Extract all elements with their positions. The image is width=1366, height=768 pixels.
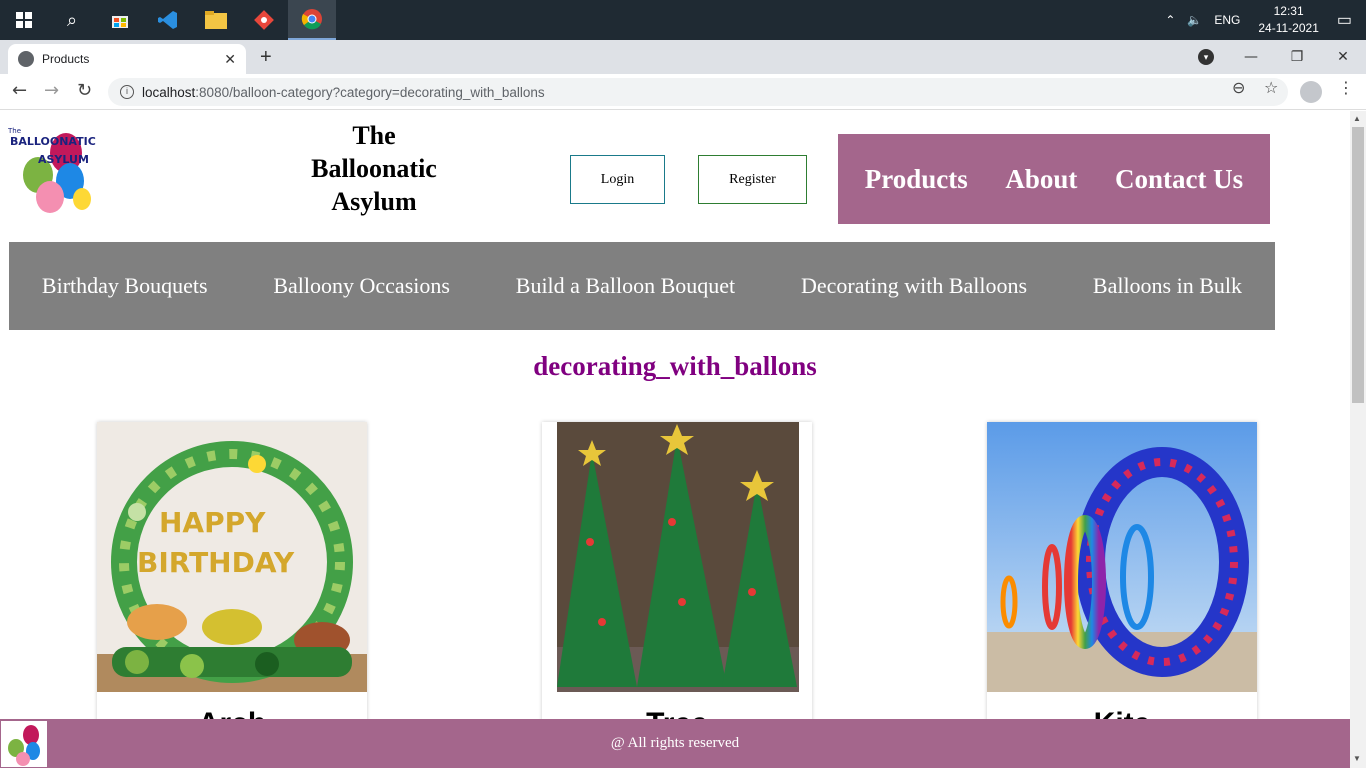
- language-indicator[interactable]: ENG: [1214, 13, 1240, 27]
- main-nav: Products About Contact Us: [838, 134, 1270, 224]
- category-heading: decorating_with_ballons: [533, 351, 817, 381]
- site-footer: @ All rights reserved: [0, 719, 1350, 768]
- windows-start-icon[interactable]: [0, 0, 48, 40]
- product-card[interactable]: Tree: [542, 422, 812, 762]
- tab-search-icon[interactable]: ▾: [1198, 49, 1214, 65]
- minimize-icon[interactable]: —: [1228, 40, 1274, 74]
- category-decorating[interactable]: Decorating with Balloons: [801, 273, 1027, 299]
- scroll-down-icon[interactable]: ▼: [1353, 754, 1361, 763]
- tab-title: Products: [42, 52, 90, 66]
- browser-toolbar: ← → ↻ i localhost:8080/balloon-category?…: [0, 74, 1366, 110]
- forward-icon[interactable]: →: [44, 80, 59, 101]
- reload-icon[interactable]: ↻: [77, 80, 92, 101]
- file-explorer-icon[interactable]: [192, 0, 240, 40]
- browser-tabstrip: Products ✕ + ▾ — ❐ ✕: [0, 40, 1366, 74]
- zoom-icon[interactable]: ⊖: [1232, 78, 1245, 97]
- bookmark-star-icon[interactable]: ☆: [1264, 78, 1278, 97]
- login-button[interactable]: Login: [570, 155, 665, 204]
- notifications-icon[interactable]: ▭: [1337, 10, 1352, 30]
- svg-text:ASYLUM: ASYLUM: [38, 153, 89, 166]
- address-bar[interactable]: i localhost:8080/balloon-category?catego…: [108, 78, 1288, 106]
- scrollbar-thumb[interactable]: [1352, 127, 1364, 403]
- site-title: The Balloonatic Asylum: [311, 121, 437, 216]
- clock[interactable]: 12:31 24-11-2021: [1258, 3, 1319, 37]
- svg-text:BALLOONATIC: BALLOONATIC: [10, 135, 96, 148]
- back-icon[interactable]: ←: [12, 80, 27, 101]
- scroll-up-icon[interactable]: ▲: [1353, 114, 1361, 123]
- close-window-icon[interactable]: ✕: [1320, 40, 1366, 74]
- category-bulk[interactable]: Balloons in Bulk: [1093, 273, 1242, 299]
- footer-logo: [1, 721, 47, 767]
- category-build-bouquet[interactable]: Build a Balloon Bouquet: [516, 273, 735, 299]
- windows-taskbar: ⌕ ⌃ 🔈 ENG 12:31 24-11-2021 ▭: [0, 0, 1366, 40]
- volume-icon[interactable]: 🔈: [1187, 13, 1202, 27]
- nav-contact-link[interactable]: Contact Us: [1115, 164, 1243, 195]
- profile-avatar-icon[interactable]: [1300, 81, 1322, 103]
- product-card[interactable]: HAPPY BIRTHDAY Arch: [97, 422, 367, 762]
- tab-products[interactable]: Products ✕: [8, 44, 246, 74]
- footer-text: @ All rights reserved: [610, 735, 740, 751]
- site-logo[interactable]: BALLOONATIC ASYLUM The: [7, 123, 100, 215]
- product-image-tree: [542, 422, 812, 692]
- git-icon[interactable]: [240, 0, 288, 40]
- store-icon[interactable]: [96, 0, 144, 40]
- product-card[interactable]: Kite: [987, 422, 1257, 762]
- url-path: :8080/balloon-category?category=decorati…: [195, 84, 545, 100]
- register-button[interactable]: Register: [698, 155, 807, 204]
- page-viewport: BALLOONATIC ASYLUM The The Balloonatic A…: [0, 111, 1350, 768]
- globe-icon: [18, 51, 34, 67]
- product-image-arch: HAPPY BIRTHDAY: [97, 422, 367, 692]
- new-tab-icon[interactable]: +: [260, 46, 272, 69]
- close-tab-icon[interactable]: ✕: [224, 51, 236, 68]
- chrome-icon[interactable]: [288, 0, 336, 40]
- vscode-icon[interactable]: [144, 0, 192, 40]
- nav-about-link[interactable]: About: [1005, 164, 1077, 195]
- system-tray: ⌃ 🔈 ENG 12:31 24-11-2021 ▭: [1159, 0, 1366, 40]
- svg-text:HAPPY: HAPPY: [159, 506, 266, 539]
- product-image-kite: [987, 422, 1257, 692]
- category-nav: Birthday Bouquets Balloony Occasions Bui…: [9, 242, 1275, 330]
- svg-text:The: The: [8, 127, 21, 135]
- page-scrollbar[interactable]: ▲ ▼: [1350, 111, 1366, 768]
- chevron-up-icon[interactable]: ⌃: [1165, 13, 1175, 27]
- search-icon[interactable]: ⌕: [48, 0, 96, 40]
- svg-text:BIRTHDAY: BIRTHDAY: [137, 546, 295, 579]
- restore-icon[interactable]: ❐: [1274, 40, 1320, 74]
- nav-products-link[interactable]: Products: [865, 164, 968, 195]
- site-info-icon[interactable]: i: [120, 85, 134, 99]
- category-balloony-occasions[interactable]: Balloony Occasions: [273, 273, 450, 299]
- category-birthday-bouquets[interactable]: Birthday Bouquets: [42, 273, 208, 299]
- menu-icon[interactable]: ⋮: [1338, 78, 1354, 97]
- url-host: localhost: [142, 84, 196, 100]
